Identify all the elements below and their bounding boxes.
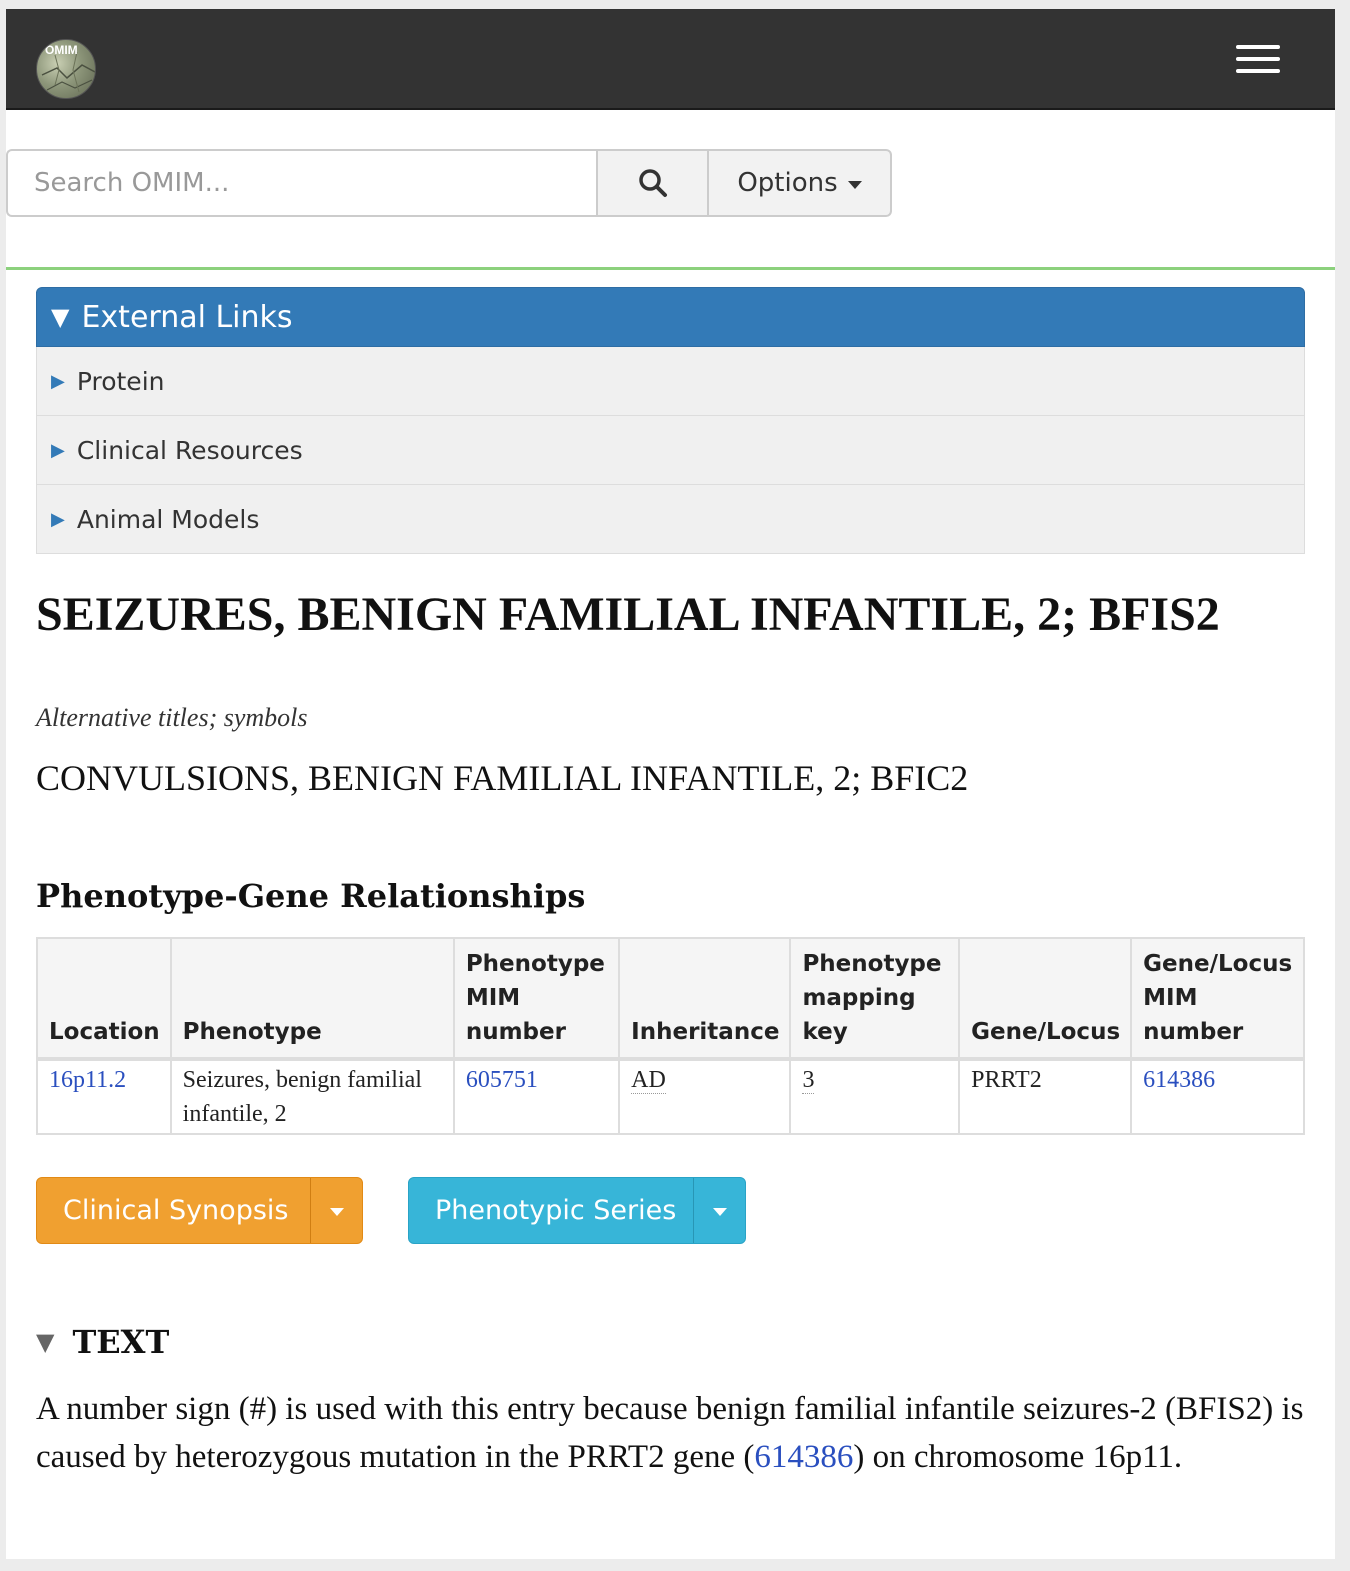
external-links-panel: ▼ External Links ▶ Protein ▶ Clinical Re… xyxy=(36,287,1305,554)
text-paragraph: A number sign (#) is used with this entr… xyxy=(36,1385,1311,1481)
triangle-right-icon: ▶ xyxy=(51,439,65,461)
cell-location: 16p11.2 xyxy=(36,1058,172,1135)
search-bar: Options xyxy=(6,149,892,217)
external-links-title: External Links xyxy=(81,299,293,335)
phenotype-gene-heading: Phenotype-Gene Relationships xyxy=(36,877,586,915)
clinical-synopsis-dropdown-toggle[interactable] xyxy=(311,1178,362,1243)
triangle-down-icon: ▼ xyxy=(51,303,70,331)
caret-down-icon xyxy=(847,180,862,189)
phenotype-mim-link[interactable]: 605751 xyxy=(466,1067,538,1093)
hamburger-menu-icon[interactable] xyxy=(1236,45,1284,75)
phenotypic-series-button-group: Phenotypic Series xyxy=(408,1177,746,1244)
phenotypic-series-button[interactable]: Phenotypic Series xyxy=(409,1178,695,1243)
column-header-mapping-key: Phenotype mapping key xyxy=(789,937,961,1061)
inheritance-abbr[interactable]: AD xyxy=(631,1067,666,1094)
clinical-synopsis-button[interactable]: Clinical Synopsis xyxy=(37,1178,312,1243)
column-header-phenotype: Phenotype xyxy=(169,937,455,1061)
external-link-label: Animal Models xyxy=(76,504,260,534)
options-label: Options xyxy=(737,168,838,198)
location-link[interactable]: 16p11.2 xyxy=(49,1067,126,1093)
hamburger-bar xyxy=(1236,69,1280,73)
logo-text: OMIM xyxy=(45,43,78,57)
cell-gene-locus: PRRT2 xyxy=(958,1058,1133,1135)
external-link-clinical-resources[interactable]: ▶ Clinical Resources xyxy=(36,416,1305,485)
clinical-synopsis-button-group: Clinical Synopsis xyxy=(36,1177,363,1244)
search-icon xyxy=(638,169,667,197)
gene-mim-inline-link[interactable]: 614386 xyxy=(754,1439,853,1475)
column-header-inheritance: Inheritance xyxy=(618,937,792,1061)
alternative-title: CONVULSIONS, BENIGN FAMILIAL INFANTILE, … xyxy=(36,758,969,798)
hamburger-bar xyxy=(1236,57,1280,61)
phenotypic-series-dropdown-toggle[interactable] xyxy=(694,1178,745,1243)
external-link-animal-models[interactable]: ▶ Animal Models xyxy=(36,485,1305,554)
mapping-key-abbr[interactable]: 3 xyxy=(802,1067,815,1094)
omim-logo[interactable]: OMIM xyxy=(36,39,96,99)
column-header-phenotype-mim: Phenotype MIM number xyxy=(452,937,621,1061)
alternative-titles-label: Alternative titles; symbols xyxy=(36,703,308,732)
triangle-right-icon: ▶ xyxy=(51,370,65,392)
triangle-right-icon: ▶ xyxy=(51,508,65,530)
caret-down-icon xyxy=(712,1208,727,1216)
options-dropdown-button[interactable]: Options xyxy=(709,149,892,217)
cell-mapping-key: 3 xyxy=(789,1058,961,1135)
text-heading-label: TEXT xyxy=(72,1323,170,1361)
phenotype-gene-table: Location Phenotype Phenotype MIM number … xyxy=(36,937,1305,1135)
entry-title: SEIZURES, BENIGN FAMILIAL INFANTILE, 2; … xyxy=(36,588,1220,641)
table-row: 16p11.2 Seizures, benign familial infant… xyxy=(36,1058,1305,1135)
cell-inheritance: AD xyxy=(618,1058,792,1135)
page: OMIM Options ▼ External Links ▶ Prote xyxy=(6,9,1335,1559)
external-link-label: Clinical Resources xyxy=(76,435,303,465)
cell-phenotype-mim: 605751 xyxy=(452,1058,621,1135)
table-header-row: Location Phenotype Phenotype MIM number … xyxy=(36,937,1305,1061)
divider xyxy=(6,267,1335,270)
caret-down-icon xyxy=(329,1208,344,1216)
gene-mim-link[interactable]: 614386 xyxy=(1143,1067,1215,1093)
triangle-down-icon: ▼ xyxy=(36,1328,55,1356)
external-links-header[interactable]: ▼ External Links xyxy=(36,287,1305,347)
text-part: ) on chromosome 16p11. xyxy=(853,1439,1183,1475)
text-section-heading[interactable]: ▼ TEXT xyxy=(36,1323,169,1361)
external-link-label: Protein xyxy=(76,366,165,396)
search-button[interactable] xyxy=(596,149,709,217)
column-header-gene-mim: Gene/Locus MIM number xyxy=(1130,937,1305,1061)
cell-phenotype: Seizures, benign familial infantile, 2 xyxy=(169,1058,455,1135)
hamburger-bar xyxy=(1236,45,1280,49)
external-link-protein[interactable]: ▶ Protein xyxy=(36,347,1305,416)
column-header-gene-locus: Gene/Locus xyxy=(958,937,1133,1061)
column-header-location: Location xyxy=(36,937,172,1061)
cell-gene-mim: 614386 xyxy=(1130,1058,1305,1135)
search-input[interactable] xyxy=(6,149,598,217)
navbar: OMIM xyxy=(6,9,1335,110)
